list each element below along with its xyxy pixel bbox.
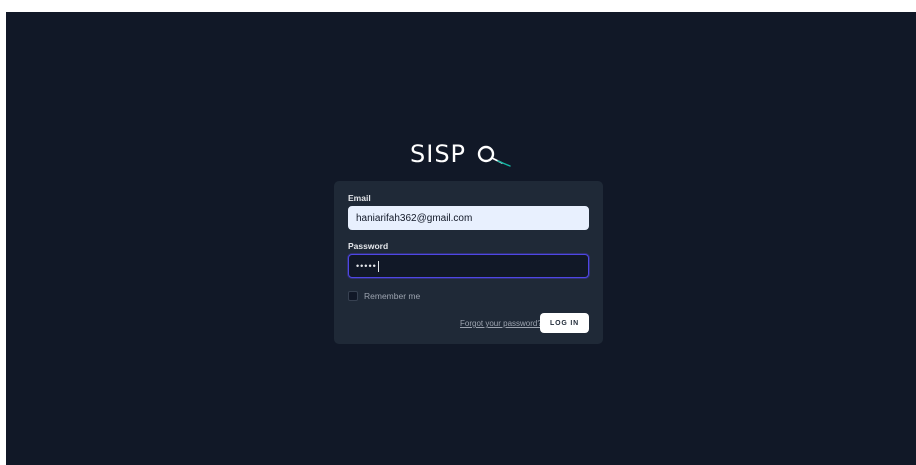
login-button[interactable]: LOG IN	[540, 313, 589, 333]
magnifier-icon	[477, 145, 511, 167]
email-field[interactable]	[348, 206, 589, 230]
remember-me-label: Remember me	[364, 291, 421, 301]
remember-me-checkbox[interactable]	[348, 291, 358, 301]
logo-text: SISP	[410, 140, 466, 168]
email-label: Email	[348, 193, 371, 203]
remember-me-row[interactable]: Remember me	[348, 291, 420, 301]
login-screen: SISP Email Password ••••• Remember me Fo…	[6, 12, 916, 465]
app-logo: SISP	[6, 136, 916, 170]
password-field[interactable]: •••••	[348, 254, 589, 278]
password-label: Password	[348, 241, 389, 251]
text-caret	[377, 260, 379, 272]
login-card: Email Password ••••• Remember me Forgot …	[334, 181, 603, 344]
sisp-logo-icon: SISP	[410, 140, 511, 168]
password-mask: •••••	[356, 261, 377, 271]
forgot-password-link[interactable]: Forgot your password?	[460, 319, 542, 328]
